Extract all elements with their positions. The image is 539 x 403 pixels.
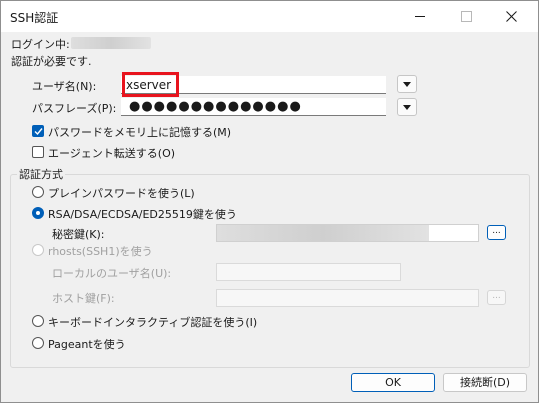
close-button[interactable] (489, 1, 535, 32)
private-key-field[interactable] (216, 224, 479, 242)
rsa-key-radio[interactable] (32, 207, 44, 219)
passphrase-history-dropdown[interactable] (397, 98, 417, 116)
local-user-field[interactable] (216, 263, 401, 281)
close-icon (506, 11, 517, 22)
private-key-label: 秘密鍵(K): (52, 228, 105, 241)
keyboard-interactive-radio[interactable] (32, 315, 44, 327)
window-title: SSH認証 (10, 11, 59, 25)
host-key-browse-button[interactable]: ... (487, 290, 506, 305)
ssh-auth-dialog: SSH認証 ログイン中: 認証が必要です. ユーザ名(N): xserver パ… (0, 0, 539, 403)
passphrase-label: パスフレーズ(P): (32, 102, 117, 115)
pageant-label: Pageantを使う (48, 338, 126, 351)
agent-forward-label: エージェント転送する(O) (48, 147, 176, 160)
plain-password-radio[interactable] (32, 186, 44, 198)
auth-required-text: 認証が必要です. (11, 55, 92, 68)
private-key-path-redacted (217, 225, 429, 241)
username-label: ユーザ名(N): (32, 80, 97, 93)
host-key-field[interactable] (216, 289, 479, 307)
login-host-redacted (71, 37, 151, 49)
pageant-radio[interactable] (32, 337, 44, 349)
ok-button[interactable]: OK (351, 373, 435, 392)
host-key-label: ホスト鍵(F): (52, 292, 115, 305)
passphrase-masked-value: ●●●●●●●●●●●●●● (129, 99, 302, 114)
auth-method-group-label: 認証方式 (17, 166, 65, 182)
save-password-checkbox[interactable] (32, 125, 44, 137)
private-key-browse-button[interactable]: ... (487, 225, 506, 240)
rhosts-label: rhosts(SSH1)を使う (48, 245, 153, 258)
login-label: ログイン中: (11, 38, 70, 51)
minimize-button[interactable] (397, 1, 443, 32)
dialog-body: ログイン中: 認証が必要です. ユーザ名(N): xserver パスフレーズ(… (1, 32, 538, 402)
plain-password-label: プレインパスワードを使う(L) (48, 187, 195, 200)
rhosts-radio[interactable] (32, 244, 44, 256)
save-password-label: パスワードをメモリ上に記憶する(M) (48, 126, 232, 139)
username-highlight-box (122, 72, 179, 97)
username-history-dropdown[interactable] (397, 75, 417, 93)
title-bar: SSH認証 (1, 1, 538, 32)
passphrase-field[interactable]: ●●●●●●●●●●●●●● (121, 98, 386, 116)
agent-forward-checkbox[interactable] (32, 146, 44, 158)
disconnect-button[interactable]: 接続断(D) (443, 373, 527, 392)
keyboard-interactive-label: キーボードインタラクティブ認証を使う(I) (48, 316, 258, 329)
checkmark-icon (34, 128, 43, 136)
local-user-label: ローカルのユーザ名(U): (52, 267, 172, 280)
rsa-key-label: RSA/DSA/ECDSA/ED25519鍵を使う (48, 208, 237, 221)
maximize-button (443, 1, 489, 32)
